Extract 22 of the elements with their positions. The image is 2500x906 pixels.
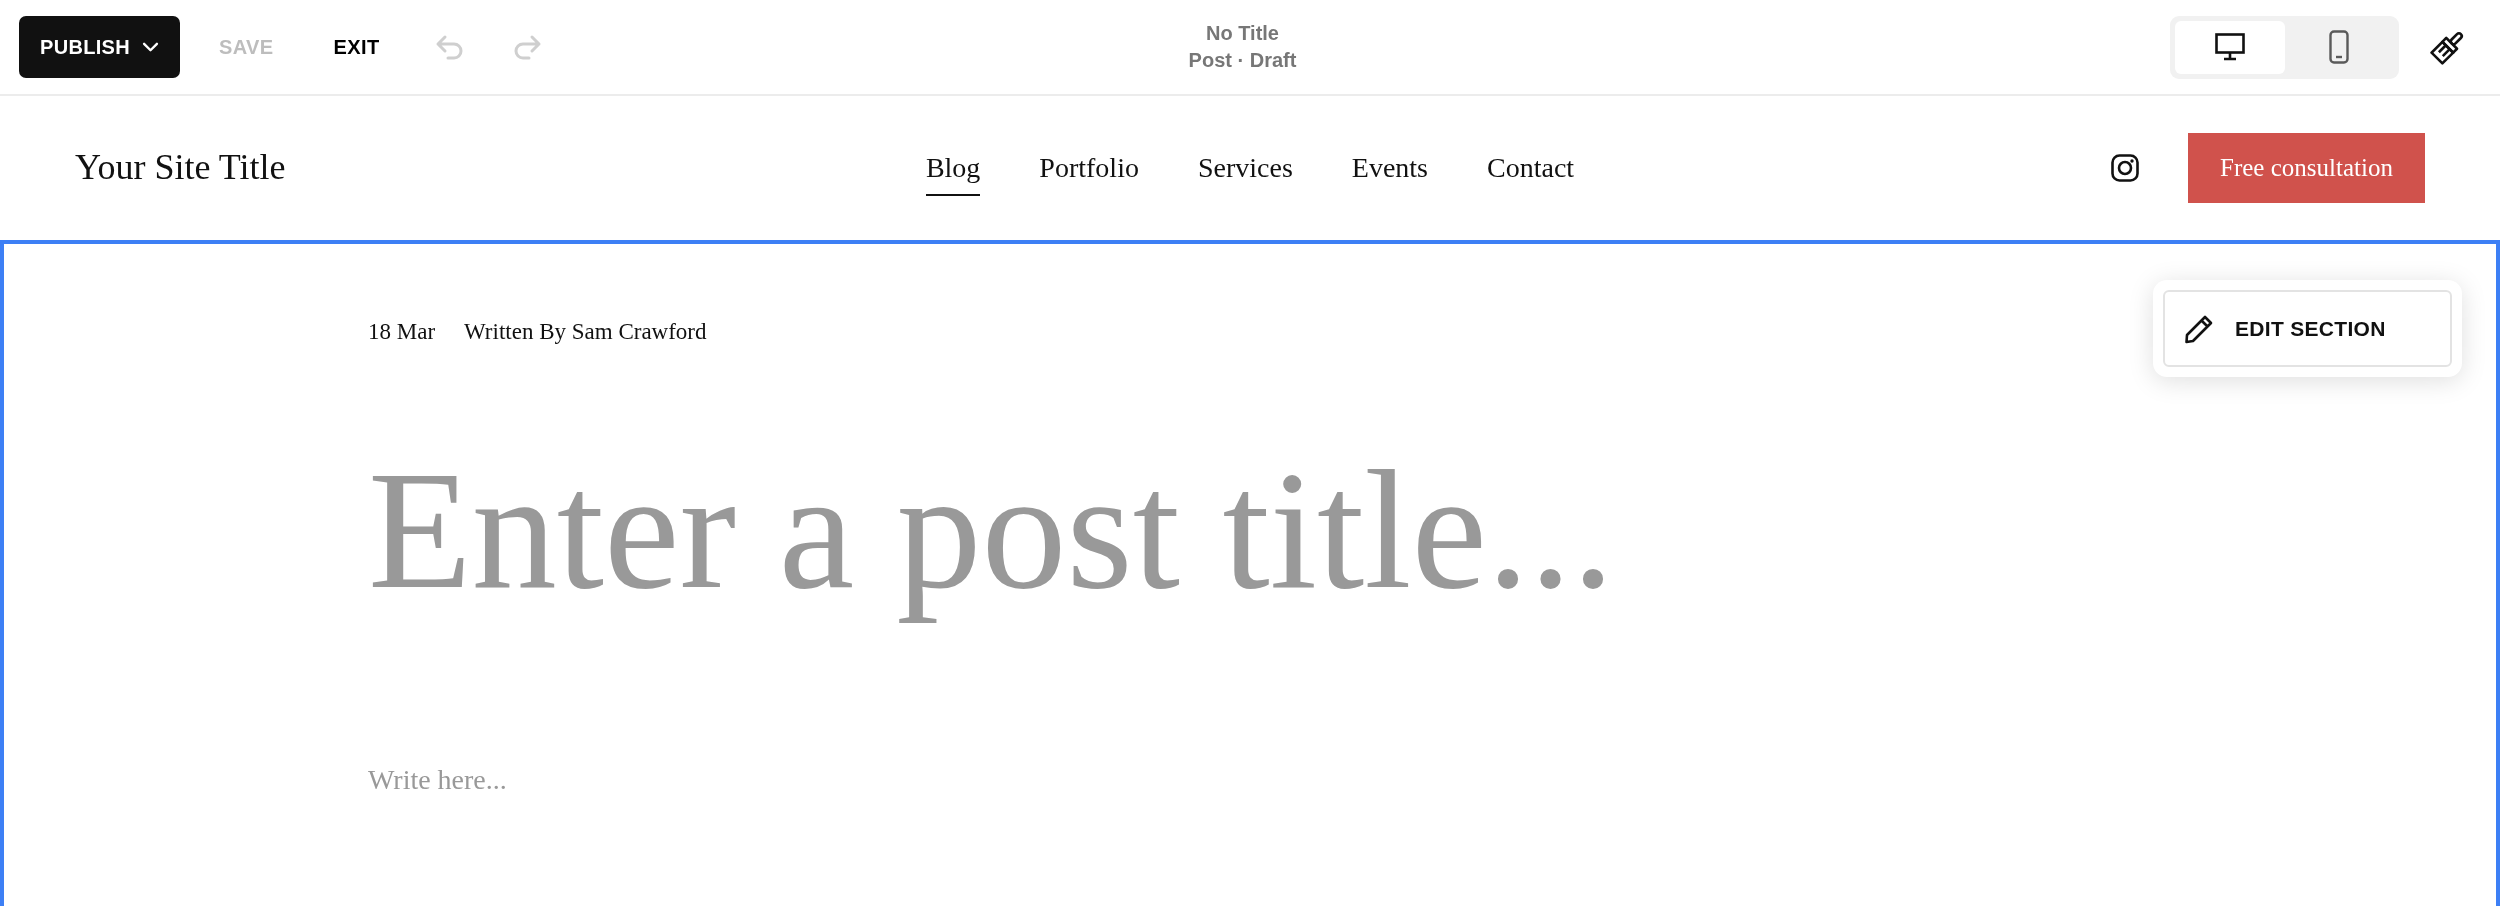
nav-link[interactable]: Events (1351, 140, 1428, 196)
monitor-icon (2214, 33, 2245, 61)
post-title-label: No Title (1206, 21, 1279, 46)
site-title[interactable]: Your Site Title (75, 146, 286, 190)
post-date: 18 Mar (368, 318, 436, 346)
post-status-label: Post · Draft (1188, 48, 1297, 73)
nav-link[interactable]: Services (1197, 140, 1293, 196)
nav-link[interactable]: Contact (1487, 140, 1575, 196)
consultation-button[interactable]: Free consultation (2188, 133, 2425, 203)
chevron-down-icon (141, 41, 159, 53)
nav-link[interactable]: Blog (925, 140, 981, 196)
publish-button[interactable]: PUBLISH (19, 16, 180, 78)
phone-icon (2329, 30, 2350, 64)
desktop-view-button[interactable] (2175, 20, 2285, 74)
nav-link[interactable]: Portfolio (1039, 140, 1139, 196)
instagram-icon[interactable] (2111, 154, 2139, 182)
edit-section-button[interactable]: EDIT SECTION (2163, 290, 2452, 367)
post-body-field[interactable]: Write here... (368, 762, 513, 798)
paintbrush-icon[interactable] (2430, 29, 2466, 65)
exit-button[interactable]: EXIT (333, 29, 380, 65)
post-title-field[interactable]: Enter a post title... (368, 428, 1621, 632)
post-author: Written By Sam Crawford (464, 318, 707, 346)
